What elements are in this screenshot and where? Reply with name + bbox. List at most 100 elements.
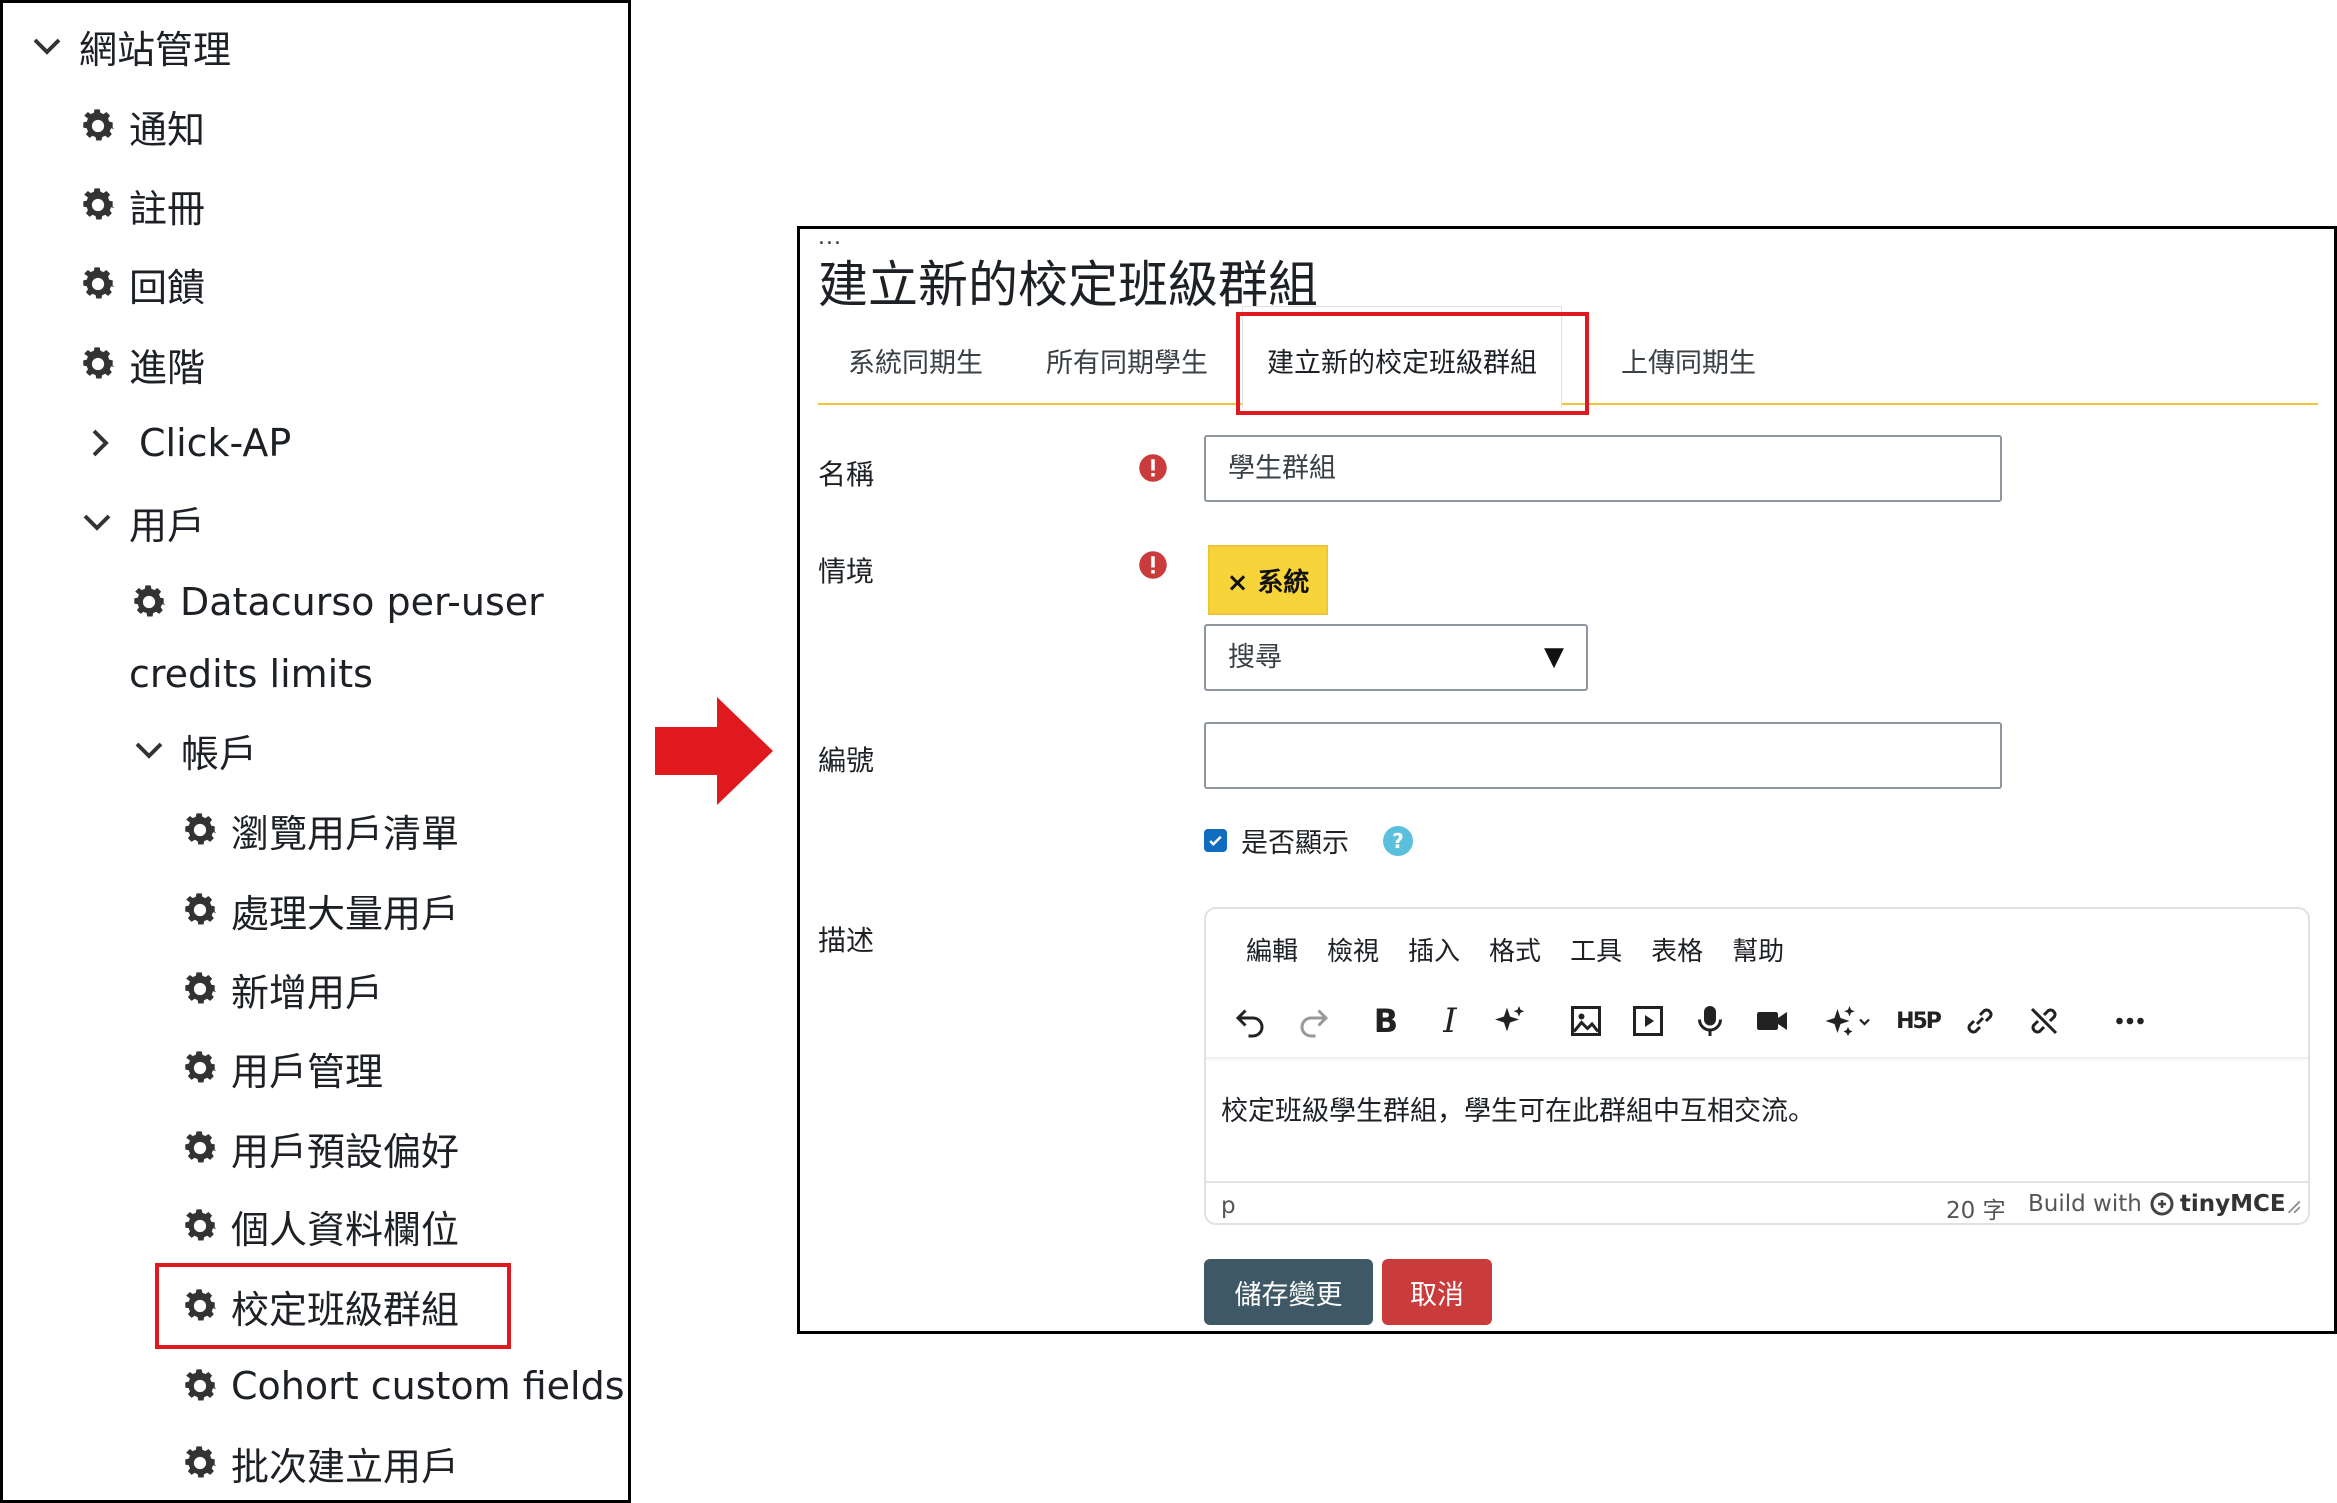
menu-insert[interactable]: 插入 xyxy=(1408,931,1460,968)
help-icon[interactable]: ? xyxy=(1383,825,1413,856)
h5p-icon: H5P xyxy=(1896,1008,1942,1034)
link-button[interactable] xyxy=(1956,993,2004,1049)
bold-button[interactable]: B xyxy=(1362,993,1410,1049)
site-admin-nav: 網站管理 通知 註冊 回饋 進階 Click-AP 用戶 Datacurso p… xyxy=(0,0,631,1503)
gear-icon xyxy=(185,1209,217,1241)
visible-row: 是否顯示 ? xyxy=(1204,821,1413,860)
tinymce-logo-icon xyxy=(2150,1192,2174,1216)
image-button[interactable] xyxy=(1562,993,1610,1049)
resize-handle-icon[interactable] xyxy=(2284,1197,2302,1215)
word-count[interactable]: 20 字 xyxy=(1946,1191,2006,1225)
nav-item-users[interactable]: 用戶 xyxy=(79,487,205,557)
nav-item-browse-users[interactable]: 瀏覽用戶清單 xyxy=(179,795,459,865)
gear-icon xyxy=(185,1446,217,1478)
gear-icon xyxy=(185,1131,217,1163)
nav-item-upload-users[interactable]: 批次建立用戶 xyxy=(179,1428,459,1498)
visible-label: 是否顯示 xyxy=(1241,828,1349,859)
nav-item-enrolments[interactable]: 註冊 xyxy=(77,170,205,240)
menu-view[interactable]: 檢視 xyxy=(1327,931,1379,968)
idnumber-input[interactable] xyxy=(1204,722,2002,789)
right-arrow-icon xyxy=(655,697,773,805)
required-icon xyxy=(1139,454,1167,482)
nav-item-label: Datacurso per-user xyxy=(180,580,544,624)
menu-edit[interactable]: 編輯 xyxy=(1246,931,1298,968)
tab-system-cohorts[interactable]: 系統同期生 xyxy=(848,341,983,380)
nav-item-label: 帳戶 xyxy=(181,731,258,776)
caret-down-icon: ▼ xyxy=(1544,642,1564,672)
editor-menubar: 編輯 檢視 插入 格式 工具 表格 幫助 xyxy=(1246,931,1813,968)
nav-item-feedback[interactable]: 回饋 xyxy=(77,249,205,319)
highlight-box-cohorts xyxy=(155,1263,511,1349)
chevron-down-icon xyxy=(135,742,163,759)
record-audio-button[interactable] xyxy=(1686,993,1734,1049)
tab-all-cohorts[interactable]: 所有同期學生 xyxy=(1046,341,1208,380)
nav-item-label: 進階 xyxy=(129,345,206,390)
tab-upload-cohorts[interactable]: 上傳同期生 xyxy=(1621,341,1756,380)
unlink-icon xyxy=(2030,1007,2058,1035)
nav-item-accounts[interactable]: 帳戶 xyxy=(131,715,257,785)
nav-item-profile-fields[interactable]: 個人資料欄位 xyxy=(179,1191,459,1261)
record-video-button[interactable] xyxy=(1748,993,1796,1049)
h5p-button[interactable]: H5P xyxy=(1894,993,1942,1049)
gear-icon xyxy=(83,347,115,379)
media-button[interactable] xyxy=(1624,993,1672,1049)
context-search-select[interactable]: 搜尋 ▼ xyxy=(1204,624,1588,691)
element-path[interactable]: p xyxy=(1221,1193,1236,1219)
editor-content[interactable]: 校定班級學生群組，學生可在此群組中互相交流。 xyxy=(1221,1089,1815,1128)
nav-item-label: Cohort custom fields xyxy=(231,1364,625,1408)
nav-item-bulk-actions[interactable]: 處理大量用戶 xyxy=(179,875,459,945)
cohort-tabs: 系統同期生 所有同期學生 建立新的校定班級群組 上傳同期生 xyxy=(818,306,2318,409)
nav-item-label: 新增用戶 xyxy=(231,970,384,1015)
nav-item-label: 批次建立用戶 xyxy=(231,1444,460,1489)
undo-button[interactable] xyxy=(1226,993,1274,1049)
nav-item-label: 個人資料欄位 xyxy=(231,1207,460,1252)
ai-tools-button[interactable] xyxy=(1816,993,1880,1049)
nav-item-label: 瀏覽用戶清單 xyxy=(231,811,460,856)
nav-item-label: 用戶 xyxy=(129,503,206,548)
unlink-button[interactable] xyxy=(2020,993,2068,1049)
nav-item-datacurso-credits[interactable]: Datacurso per-user xyxy=(128,567,544,637)
context-label: 情境 xyxy=(818,555,875,588)
nav-item-label: 網站管理 xyxy=(79,27,232,72)
redo-button[interactable] xyxy=(1290,993,1338,1049)
gear-icon xyxy=(83,188,115,220)
menu-tools[interactable]: 工具 xyxy=(1570,931,1622,968)
name-input[interactable]: 學生群組 xyxy=(1204,435,2002,502)
redo-icon xyxy=(1300,1009,1329,1038)
nav-item-add-user[interactable]: 新增用戶 xyxy=(179,954,383,1024)
context-chip-system[interactable]: × 系統 xyxy=(1208,545,1328,615)
nav-item-user-default-preferences[interactable]: 用戶預設偏好 xyxy=(179,1113,459,1183)
tinymce-branding[interactable]: Build with tinyMCE xyxy=(2028,1191,2286,1217)
ai-sparkle-icon xyxy=(1495,1006,1525,1032)
tab-add-new-cohort[interactable]: 建立新的校定班級群組 xyxy=(1242,306,1562,409)
save-changes-button[interactable]: 儲存變更 xyxy=(1204,1259,1373,1325)
gear-icon xyxy=(185,813,217,845)
italic-button[interactable]: I xyxy=(1426,993,1474,1049)
nav-item-user-management[interactable]: 用戶管理 xyxy=(179,1033,383,1103)
ai-sparkle-button[interactable] xyxy=(1486,993,1534,1049)
nav-item-label: 通知 xyxy=(129,107,206,152)
name-label: 名稱 xyxy=(818,458,875,491)
create-cohort-panel: ... 建立新的校定班級群組 系統同期生 所有同期學生 建立新的校定班級群組 上… xyxy=(797,225,2337,1334)
description-label: 描述 xyxy=(818,924,875,957)
menu-table[interactable]: 表格 xyxy=(1651,931,1703,968)
microphone-icon xyxy=(1698,1006,1722,1036)
video-camera-icon xyxy=(1757,1012,1787,1030)
nav-item-site-admin[interactable]: 網站管理 xyxy=(29,11,231,81)
nav-item-label: Click-AP xyxy=(139,421,292,465)
undo-icon xyxy=(1235,1009,1264,1038)
nav-item-label: 用戶預設偏好 xyxy=(231,1129,460,1174)
nav-item-notifications[interactable]: 通知 xyxy=(77,91,205,161)
menu-format[interactable]: 格式 xyxy=(1489,931,1541,968)
more-button[interactable] xyxy=(2106,993,2154,1049)
nav-item-advanced[interactable]: 進階 xyxy=(77,329,205,399)
nav-item-datacurso-credits-cont[interactable]: credits limits xyxy=(129,639,373,709)
media-icon xyxy=(1633,1006,1663,1036)
italic-icon: I xyxy=(1443,1001,1457,1041)
checkmark-icon xyxy=(1209,835,1222,847)
nav-item-cohort-custom-fields[interactable]: Cohort custom fields xyxy=(179,1351,625,1421)
visible-checkbox[interactable] xyxy=(1204,829,1227,852)
cancel-button[interactable]: 取消 xyxy=(1382,1259,1492,1325)
nav-item-click-ap[interactable]: Click-AP xyxy=(85,408,291,478)
menu-help[interactable]: 幫助 xyxy=(1732,931,1784,968)
